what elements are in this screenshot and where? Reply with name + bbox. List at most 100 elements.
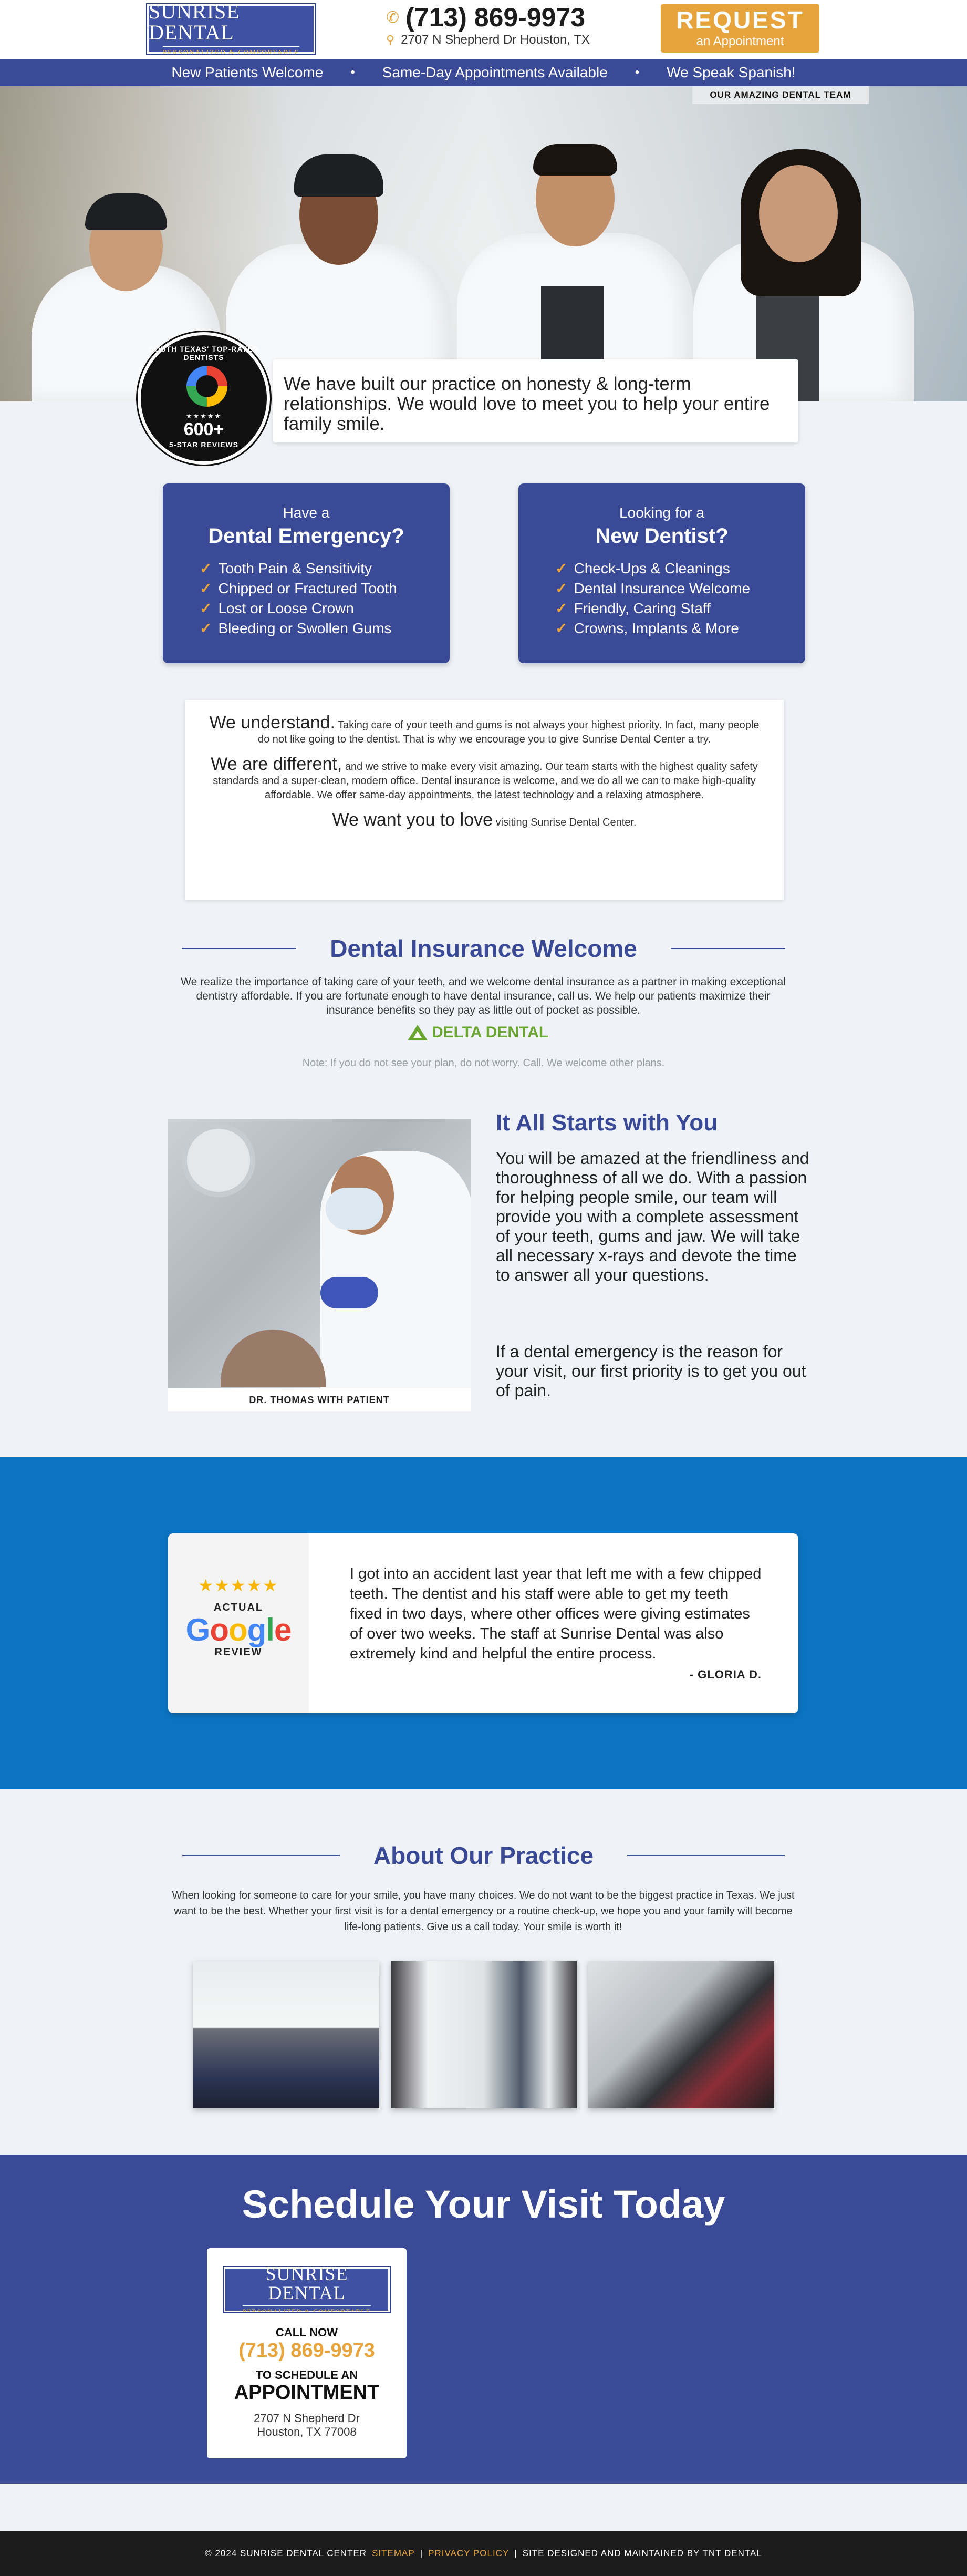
check-icon: ✓ (200, 580, 212, 596)
announcement-bar: New Patients Welcome • Same-Day Appointm… (0, 59, 967, 86)
check-icon: ✓ (555, 580, 568, 596)
about-text: When looking for someone to care for you… (172, 1890, 795, 1933)
check-icon: ✓ (200, 600, 212, 616)
new-dentist-title: New Dentist? (595, 524, 729, 548)
starts-paragraph-1: You will be amazed at the friendliness a… (496, 1149, 809, 1284)
intro-text: We have built our practice on honesty & … (284, 374, 770, 434)
phone-icon: ✆ (386, 8, 400, 26)
bar-separator: • (635, 65, 640, 79)
header-address-text: 2707 N Shepherd Dr Houston, TX (401, 33, 590, 47)
address-line-1: 2707 N Shepherd Dr (254, 2412, 360, 2425)
request-button-sublabel: an Appointment (696, 34, 784, 48)
request-appointment-button[interactable]: REQUEST an Appointment (661, 4, 819, 53)
bar-item-same-day: Same-Day Appointments Available (382, 64, 608, 80)
badge-subtitle: 5-STAR REVIEWS (169, 440, 238, 449)
insurance-note: Note: If you do not see your plan, do no… (302, 1057, 665, 1069)
schedule-address: 2707 N Shepherd Dr Houston, TX 77008 (207, 2412, 407, 2439)
list-item: ✓ Friendly, Caring Staff (555, 599, 805, 619)
site-logo[interactable]: SUNRISE DENTAL PERSONALIZED & COMFORTABL… (146, 0, 316, 57)
badge-review-count: 600+ (183, 419, 224, 439)
divider (670, 948, 785, 949)
delta-dental-logo: DELTA DENTAL (408, 1024, 548, 1042)
sitemap-link[interactable]: SITEMAP (372, 2548, 415, 2559)
divider (182, 948, 297, 949)
footer-credit[interactable]: SITE DESIGNED AND MAINTAINED BY TNT DENT… (523, 2548, 762, 2559)
check-icon: ✓ (200, 560, 212, 576)
google-logo: Google (185, 1612, 292, 1647)
google-review-badge: ★★★★★ ACTUAL Google REVIEW (168, 1533, 309, 1713)
about-title: About Our Practice (373, 1842, 594, 1869)
header-address: ⚲ 2707 N Shepherd Dr Houston, TX (386, 33, 590, 47)
badge-headline: SOUTH TEXAS' TOP-RATED DENTISTS (149, 345, 259, 362)
insurance-title: Dental Insurance Welcome (330, 935, 637, 962)
footer-separator: | (514, 2548, 517, 2558)
understand-card: We understand. Taking care of your teeth… (185, 700, 784, 900)
site-footer: © 2024 SUNRISE DENTAL CENTER SITEMAP | P… (0, 2531, 967, 2576)
google-g-icon (186, 366, 227, 407)
bar-item-new-patients: New Patients Welcome (171, 64, 324, 80)
logo-tagline: PERSONALIZED & COMFORTABLE (242, 2305, 371, 2315)
team-member-4 (693, 118, 914, 401)
emergency-card[interactable]: Have a Dental Emergency? ✓ Tooth Pain & S… (163, 483, 450, 663)
divider (182, 1855, 340, 1856)
love-paragraph: We want you to love visiting Sunrise Den… (332, 810, 637, 830)
header-phone-number[interactable]: (713) 869-9973 (405, 2, 585, 33)
office-photo-1[interactable] (193, 1961, 379, 2108)
emergency-list: ✓ Tooth Pain & Sensitivity ✓ Chipped or Fr… (200, 559, 450, 638)
list-item: ✓ Crowns, Implants & More (555, 619, 805, 638)
emergency-pretitle: Have a (283, 504, 330, 521)
list-item: ✓ Dental Insurance Welcome (555, 579, 805, 599)
intro-card: We have built our practice on honesty & … (273, 359, 798, 442)
about-heading: About Our Practice (0, 1841, 967, 1870)
site-header: SUNRISE DENTAL PERSONALIZED & COMFORTABL… (0, 0, 967, 59)
insurance-text: We realize the importance of taking care… (181, 976, 786, 1016)
badge-review: REVIEW (214, 1646, 263, 1658)
schedule-section: Schedule Your Visit Today SUNRISE DENTAL… (0, 2155, 967, 2484)
new-dentist-pretitle: Looking for a (619, 504, 704, 521)
check-icon: ✓ (555, 600, 568, 616)
doctor-photo-caption: DR. THOMAS WITH PATIENT (168, 1388, 471, 1411)
understand-paragraph: We understand. Taking care of your teeth… (209, 713, 760, 745)
team-member-3 (457, 118, 693, 401)
schedule-phone-link[interactable]: (713) 869-9973 (207, 2340, 407, 2362)
to-schedule-label: TO SCHEDULE AN (255, 2368, 358, 2382)
logo-wordmark: SUNRISE DENTAL (265, 2263, 348, 2303)
delta-triangle-icon (408, 1025, 428, 1040)
office-photo-2[interactable] (391, 1961, 577, 2108)
list-item: ✓ Chipped or Fractured Tooth (200, 579, 450, 599)
testimonial-quote: I got into an accident last year that le… (350, 1565, 762, 1662)
dental-lamp (182, 1124, 255, 1197)
request-button-label: REQUEST (676, 6, 804, 34)
divider (627, 1855, 785, 1856)
schedule-title: Schedule Your Visit Today (242, 2182, 725, 2226)
different-paragraph: We are different, and we strive to make … (211, 754, 758, 801)
footer-separator: | (420, 2548, 423, 2558)
header-phone[interactable]: ✆ (713) 869-9973 (386, 2, 585, 33)
footer-copyright: © 2024 SUNRISE DENTAL CENTER (205, 2548, 367, 2558)
testimonial-card: ★★★★★ ACTUAL Google REVIEW I got into an… (168, 1533, 798, 1713)
privacy-policy-link[interactable]: PRIVACY POLICY (428, 2548, 509, 2559)
logo-wordmark: SUNRISE DENTAL (149, 0, 240, 44)
check-icon: ✓ (555, 560, 568, 576)
doctor-photo (168, 1119, 471, 1388)
schedule-logo: SUNRISE DENTAL PERSONALIZED & COMFORTABL… (223, 2263, 391, 2315)
office-photo-3[interactable] (588, 1961, 774, 2108)
new-dentist-card[interactable]: Looking for a New Dentist? ✓ Check-Ups & … (518, 483, 805, 663)
list-item: ✓ Bleeding or Swollen Gums (200, 619, 450, 638)
list-item: ✓ Tooth Pain & Sensitivity (200, 559, 450, 579)
list-item: ✓ Check-Ups & Cleanings (555, 559, 805, 579)
bar-item-spanish: We Speak Spanish! (667, 64, 796, 80)
star-rating-icon: ★★★★★ (198, 1576, 279, 1595)
check-icon: ✓ (555, 620, 568, 636)
testimonial-author: - GLORIA D. (689, 1668, 762, 1681)
team-label: OUR AMAZING DENTAL TEAM (692, 86, 869, 104)
emergency-title: Dental Emergency? (208, 524, 404, 548)
appointment-label: APPOINTMENT (234, 2382, 380, 2404)
starts-paragraph-2: If a dental emergency is the reason for … (496, 1342, 806, 1400)
call-now-label: CALL NOW (275, 2326, 338, 2339)
bar-separator: • (350, 65, 355, 79)
starts-title: It All Starts with You (496, 1110, 718, 1136)
schedule-card: SUNRISE DENTAL PERSONALIZED & COMFORTABL… (207, 2248, 407, 2458)
new-dentist-list: ✓ Check-Ups & Cleanings ✓ Dental Insurance… (555, 559, 805, 638)
logo-tagline: PERSONALIZED & COMFORTABLE (162, 46, 300, 57)
